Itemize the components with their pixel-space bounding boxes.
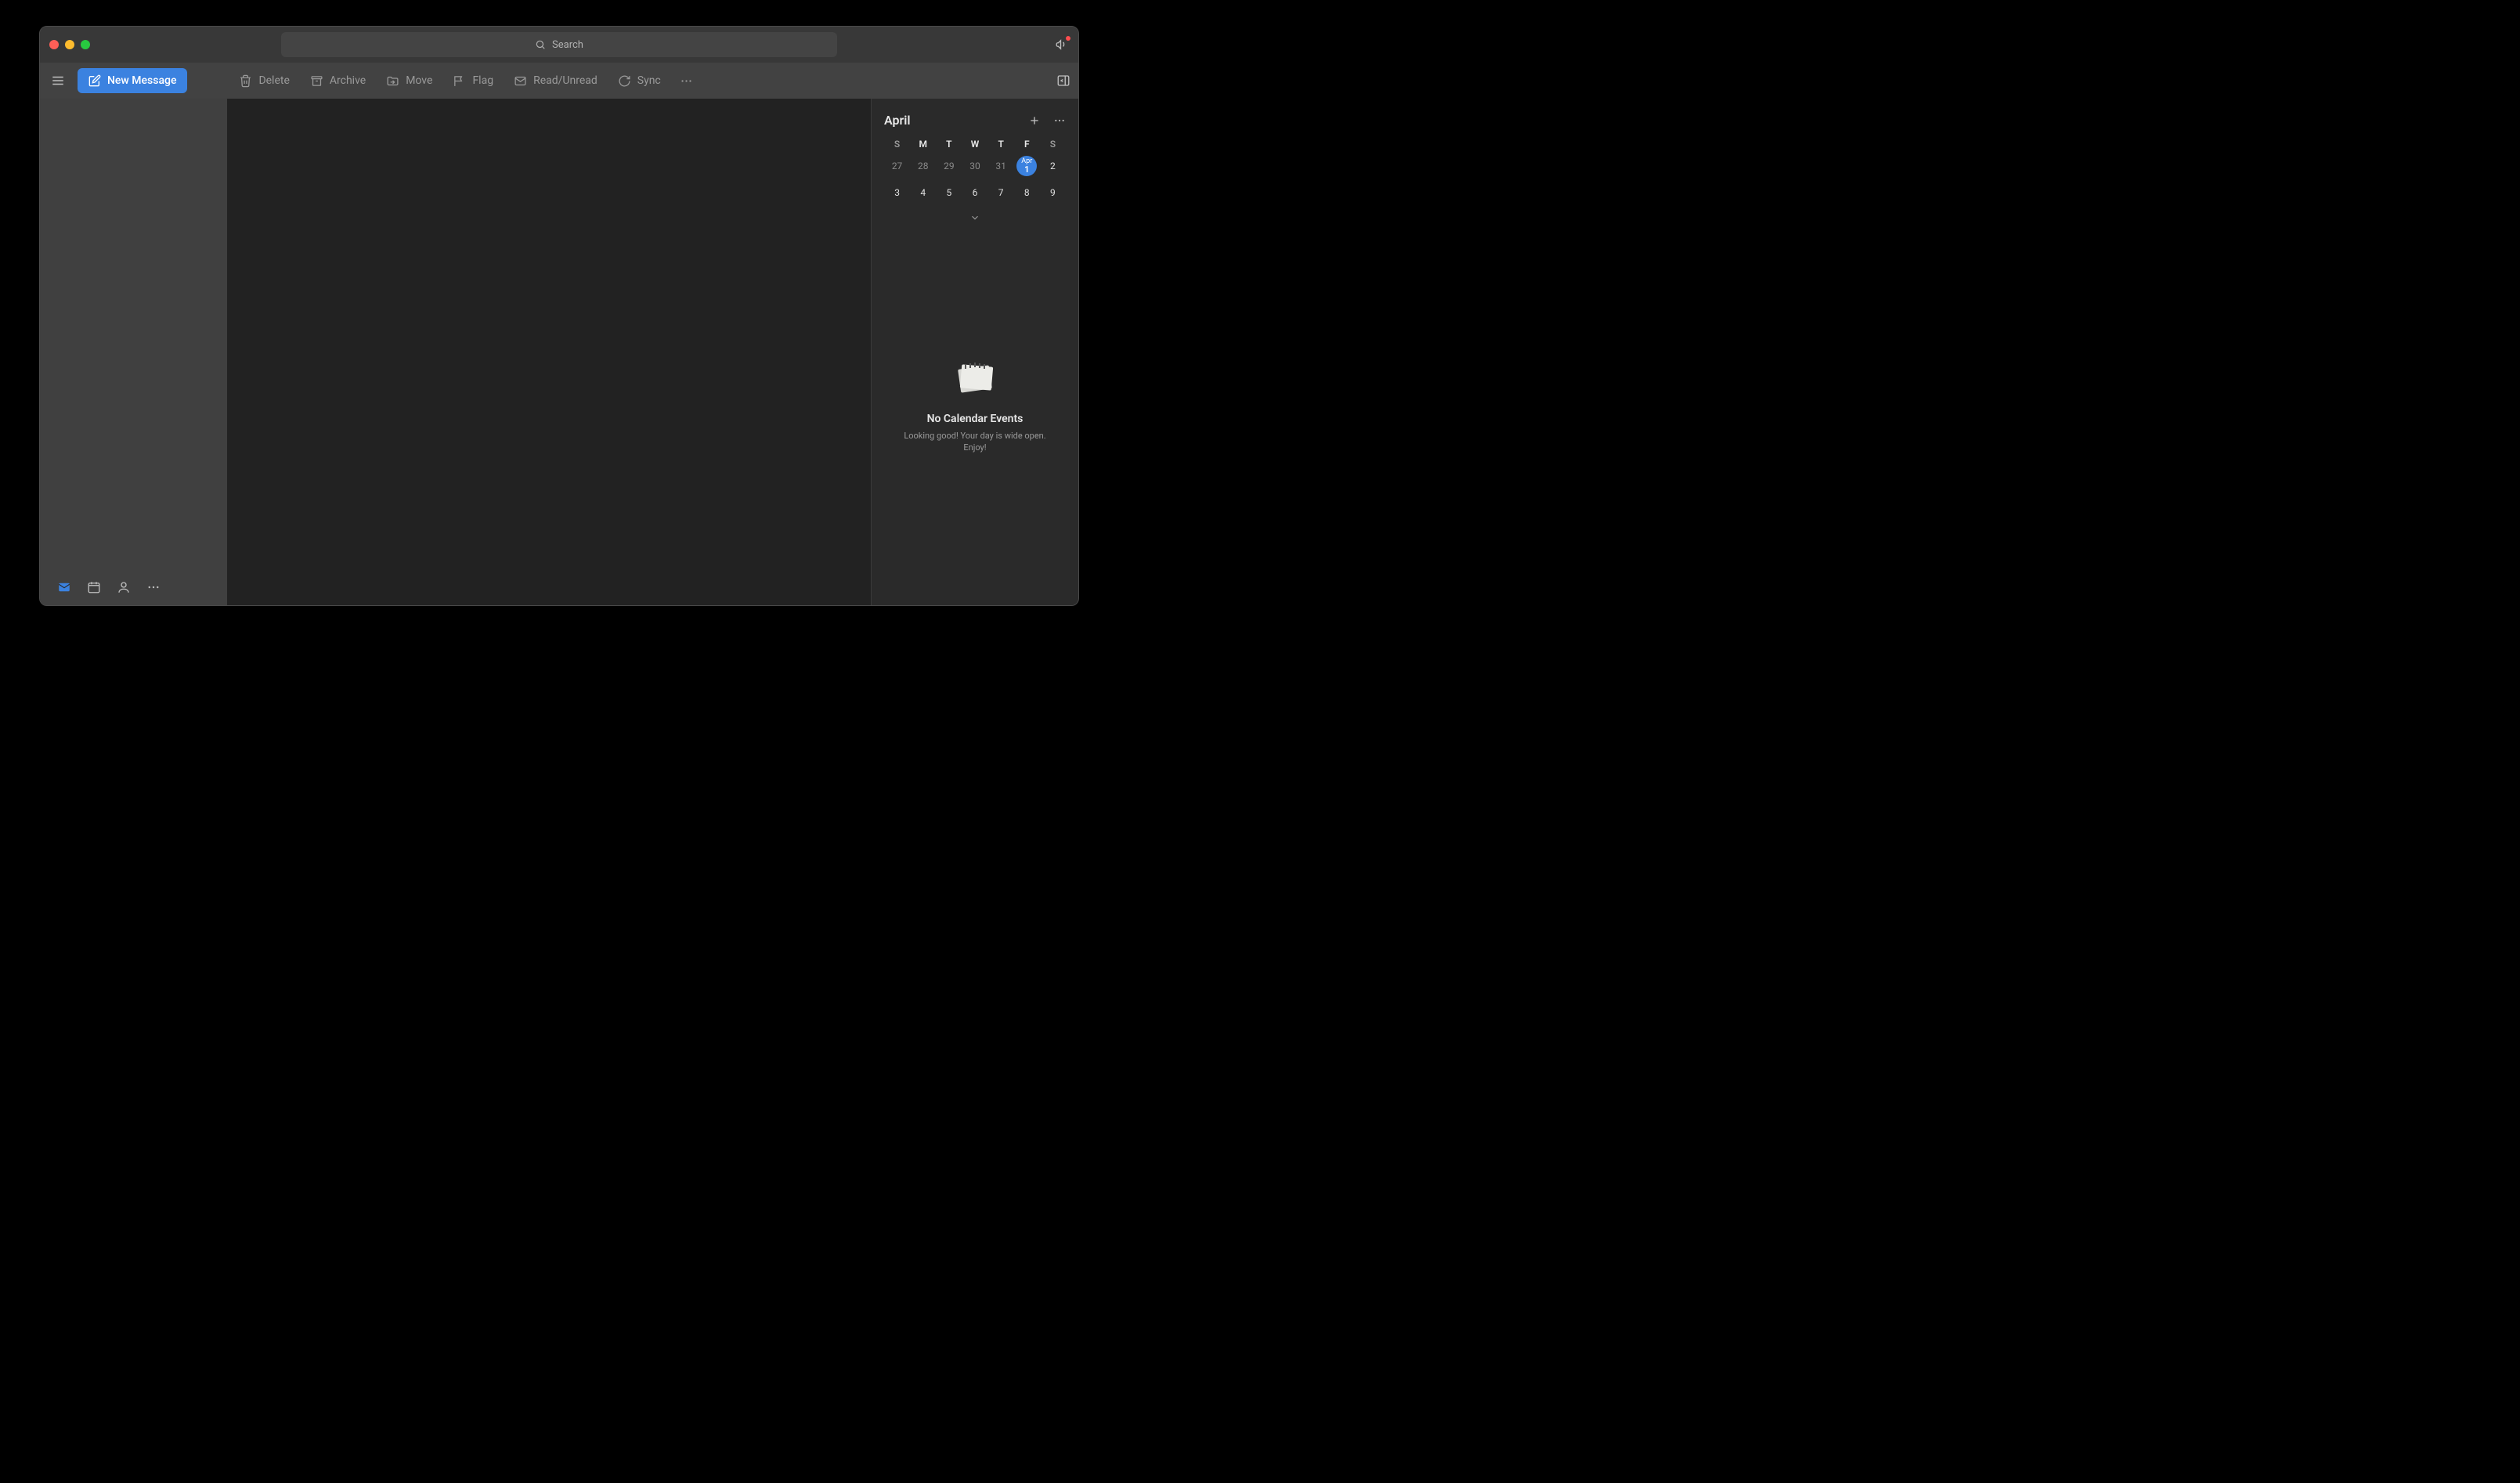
sidebar (40, 99, 227, 605)
move-button[interactable]: Move (378, 70, 440, 92)
body: April SMTWTFS2728293031Apr123456789 (40, 99, 1078, 605)
calendar-dow: M (910, 139, 936, 150)
calendar-dow: F (1014, 139, 1040, 150)
add-event-button[interactable] (1028, 114, 1041, 127)
flag-button[interactable]: Flag (445, 70, 501, 92)
traffic-lights (49, 40, 90, 49)
mail-icon (57, 580, 71, 594)
archive-button[interactable]: Archive (302, 70, 374, 92)
calendar-tab[interactable] (87, 580, 101, 594)
search-icon (535, 39, 546, 50)
calendar-dow: T (988, 139, 1014, 150)
ellipsis-icon (146, 580, 161, 594)
flag-label: Flag (472, 74, 493, 87)
titlebar: Search (40, 27, 1078, 63)
ellipsis-icon (680, 74, 693, 88)
calendar-day[interactable]: 30 (962, 156, 987, 176)
calendar-day[interactable]: 6 (962, 182, 987, 203)
message-list-area (227, 99, 871, 605)
calendar-dow: T (936, 139, 962, 150)
calendar-grid: SMTWTFS2728293031Apr123456789 (884, 139, 1066, 223)
new-message-label: New Message (107, 74, 176, 87)
read-unread-label: Read/Unread (533, 74, 598, 87)
calendar-day[interactable]: 29 (936, 156, 962, 176)
sidebar-nav (40, 569, 227, 605)
search-input[interactable]: Search (281, 32, 837, 57)
app-window: Search New Message Delete Archive Move (39, 26, 1079, 606)
notification-badge (1066, 36, 1070, 41)
new-message-button[interactable]: New Message (78, 68, 187, 93)
compose-icon (88, 74, 101, 87)
folder-move-icon (386, 74, 399, 88)
calendar-day[interactable]: 2 (1040, 156, 1066, 176)
more-actions-button[interactable] (673, 70, 699, 92)
people-tab[interactable] (117, 580, 131, 594)
read-unread-button[interactable]: Read/Unread (506, 70, 605, 92)
calendar-empty-title: No Calendar Events (927, 413, 1024, 425)
calendar-more-button[interactable] (1053, 114, 1066, 127)
calendar-empty-state: No Calendar Events Looking good! Your da… (884, 223, 1066, 591)
calendar-day[interactable]: 28 (910, 156, 936, 176)
calendar-day[interactable]: 3 (884, 182, 910, 203)
calendar-dow: W (962, 139, 987, 150)
toggle-panel-button[interactable] (1056, 74, 1070, 88)
fullscreen-window-button[interactable] (81, 40, 90, 49)
panel-collapse-icon (1056, 74, 1070, 88)
archive-icon (310, 74, 323, 88)
calendar-day-today[interactable]: Apr1 (1016, 156, 1037, 176)
delete-button[interactable]: Delete (231, 70, 297, 92)
calendar-day[interactable]: 27 (884, 156, 910, 176)
calendar-expand-button[interactable] (884, 209, 1066, 223)
envelope-icon (514, 74, 527, 88)
calendar-day[interactable]: 9 (1040, 182, 1066, 203)
person-icon (117, 580, 131, 594)
chevron-down-icon (969, 212, 980, 223)
calendar-day[interactable]: 4 (910, 182, 936, 203)
archive-label: Archive (330, 74, 366, 87)
calendar-icon (87, 580, 101, 594)
more-apps-tab[interactable] (146, 580, 161, 594)
search-placeholder-text: Search (552, 39, 583, 51)
sync-label: Sync (637, 74, 661, 87)
sync-icon (618, 74, 631, 88)
calendar-empty-illustration (953, 361, 997, 399)
calendar-empty-subtitle: Looking good! Your day is wide open. Enj… (894, 430, 1056, 454)
sync-button[interactable]: Sync (610, 70, 669, 92)
trash-icon (239, 74, 252, 88)
calendar-day[interactable]: 31 (988, 156, 1014, 176)
calendar-day[interactable]: 7 (988, 182, 1014, 203)
menu-toggle-button[interactable] (48, 70, 68, 91)
minimize-window-button[interactable] (65, 40, 74, 49)
calendar-day[interactable]: 5 (936, 182, 962, 203)
calendar-dow: S (884, 139, 910, 150)
flag-icon (453, 74, 466, 88)
close-window-button[interactable] (49, 40, 59, 49)
calendar-month-label: April (884, 113, 911, 128)
move-label: Move (406, 74, 432, 87)
calendar-dow: S (1040, 139, 1066, 150)
calendar-header: April (884, 113, 1066, 128)
notifications-button[interactable] (1055, 38, 1069, 52)
mail-tab[interactable] (57, 580, 71, 594)
toolbar: New Message Delete Archive Move Flag Rea… (40, 63, 1078, 99)
delete-label: Delete (258, 74, 289, 87)
hamburger-icon (51, 74, 65, 88)
calendar-day[interactable]: 8 (1014, 182, 1040, 203)
calendar-panel: April SMTWTFS2728293031Apr123456789 (871, 99, 1078, 605)
